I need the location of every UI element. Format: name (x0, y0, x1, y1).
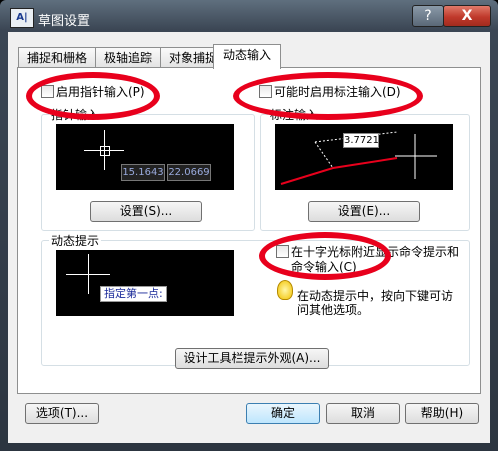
lightbulb-icon (277, 280, 293, 300)
tab-dynamic-input[interactable]: 动态输入 (213, 44, 281, 69)
dynamic-prompts-preview: 指定第一点: (56, 250, 234, 316)
tab-panel: 启用指针输入(P) 可能时启用标注输入(D) 指针输入 15.1643 22.0… (17, 67, 481, 394)
help-button[interactable]: 帮助(H) (405, 403, 479, 424)
dimension-input-preview: 3.7721 (275, 124, 453, 190)
coord-x-readout: 15.1643 (121, 164, 165, 181)
pointer-input-group-title: 指针输入 (49, 106, 102, 123)
dimension-input-label[interactable]: 可能时启用标注输入(D) (274, 83, 401, 100)
title-bar[interactable]: A| 草图设置 ? X (0, 0, 498, 34)
dimension-input-group-title: 标注输入 (268, 106, 321, 123)
ok-button[interactable]: 确定 (246, 403, 320, 424)
pickbox-icon (100, 146, 110, 156)
hint-line2: 问其他选项。 (297, 303, 370, 317)
tab-snap-grid[interactable]: 捕捉和栅格 (18, 47, 96, 68)
window-title: 草图设置 (38, 14, 91, 29)
command-prompt-tooltip: 指定第一点: (100, 286, 167, 302)
pointer-input-label[interactable]: 启用指针输入(P) (56, 83, 145, 100)
pointer-input-preview: 15.1643 22.0669 (56, 124, 234, 190)
cancel-button[interactable]: 取消 (326, 403, 400, 424)
close-button[interactable]: X (443, 5, 491, 27)
help-title-button[interactable]: ? (412, 5, 444, 27)
tooltip-appearance-button[interactable]: 设计工具栏提示外观(A)... (175, 348, 329, 369)
tab-polar-tracking[interactable]: 极轴追踪 (95, 47, 161, 68)
dimension-input-checkbox[interactable] (259, 85, 272, 98)
dialog-client: 捕捉和栅格 极轴追踪 对象捕捉 动态输入 启用指针输入(P) 可能时启用标注输入… (8, 32, 490, 443)
coord-y-readout: 22.0669 (167, 164, 211, 181)
dynamic-prompts-group-title: 动态提示 (49, 232, 102, 249)
pointer-settings-button[interactable]: 设置(S)... (90, 201, 202, 222)
dimension-value-field: 3.7721 (343, 133, 379, 148)
prompt-crosshair-icon-v (88, 254, 89, 294)
dimension-settings-button[interactable]: 设置(E)... (308, 201, 420, 222)
show-prompts-checkbox[interactable] (276, 245, 289, 258)
options-button[interactable]: 选项(T)... (25, 403, 99, 424)
pointer-input-checkbox[interactable] (41, 85, 54, 98)
show-prompts-label-line2[interactable]: 命令输入(C) (291, 258, 357, 275)
dialog-window: A| 草图设置 ? X 捕捉和栅格 极轴追踪 对象捕捉 动态输入 启用指针输入(… (0, 0, 498, 451)
app-icon: A| (10, 8, 34, 28)
